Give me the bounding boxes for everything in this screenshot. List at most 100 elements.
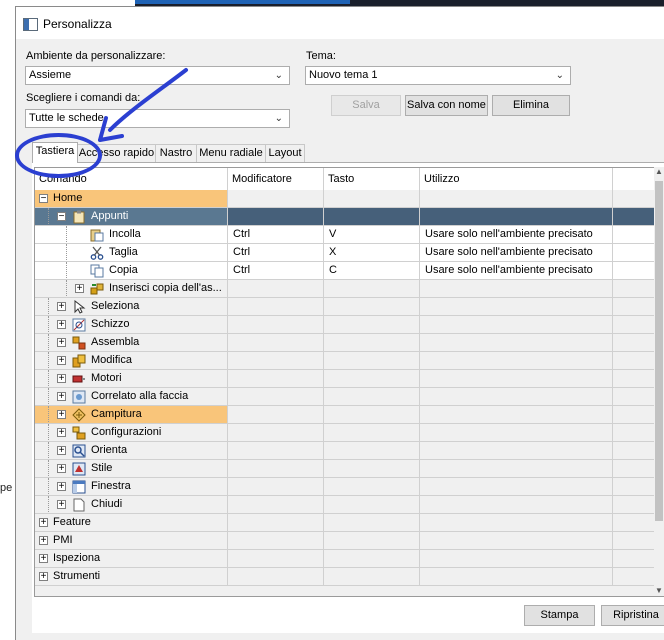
modifier-cell[interactable] [228, 388, 324, 406]
usage-cell[interactable] [420, 442, 613, 460]
expand-icon[interactable]: + [57, 392, 66, 402]
command-cell[interactable]: + Seleziona [35, 298, 228, 316]
command-cell[interactable]: Taglia [35, 244, 228, 262]
key-cell[interactable] [324, 280, 420, 298]
vertical-scrollbar[interactable]: ▲ ▼ [654, 167, 664, 595]
modifier-cell[interactable] [228, 442, 324, 460]
tab-tastiera[interactable]: Tastiera [32, 142, 78, 163]
expand-icon[interactable]: + [39, 536, 48, 546]
usage-cell[interactable]: Usare solo nell'ambiente precisato [420, 244, 613, 262]
modifier-cell[interactable] [228, 316, 324, 334]
expand-icon[interactable]: + [57, 410, 66, 420]
commands-combo[interactable]: Tutte le schede ⌄ [25, 109, 290, 128]
usage-cell[interactable] [420, 352, 613, 370]
key-cell[interactable] [324, 460, 420, 478]
modifier-cell[interactable]: Ctrl [228, 226, 324, 244]
usage-cell[interactable] [420, 298, 613, 316]
modifier-cell[interactable] [228, 424, 324, 442]
usage-cell[interactable] [420, 496, 613, 514]
delete-button[interactable]: Elimina [492, 95, 570, 116]
usage-cell[interactable] [420, 478, 613, 496]
table-row[interactable]: + Inserisci copia dell'as... [35, 280, 664, 298]
command-cell[interactable]: + Inserisci copia dell'as... [35, 280, 228, 298]
collapse-icon[interactable]: − [39, 194, 48, 204]
table-row[interactable]: + Assembla [35, 334, 664, 352]
command-cell[interactable]: + Ispeziona [35, 550, 228, 568]
key-cell[interactable]: V [324, 226, 420, 244]
command-cell[interactable]: Incolla [35, 226, 228, 244]
command-cell[interactable]: + Feature [35, 514, 228, 532]
usage-cell[interactable] [420, 316, 613, 334]
command-cell[interactable]: + Assembla [35, 334, 228, 352]
print-button[interactable]: Stampa [524, 605, 595, 626]
command-cell[interactable]: + Strumenti [35, 568, 228, 586]
table-row[interactable]: − Home [35, 190, 664, 208]
key-cell[interactable]: X [324, 244, 420, 262]
command-cell[interactable]: + PMI [35, 532, 228, 550]
key-cell[interactable] [324, 532, 420, 550]
command-cell[interactable]: − Home [35, 190, 228, 208]
command-cell[interactable]: + Finestra [35, 478, 228, 496]
modifier-cell[interactable] [228, 568, 324, 586]
key-cell[interactable] [324, 514, 420, 532]
collapse-icon[interactable]: − [57, 212, 66, 222]
usage-cell[interactable] [420, 190, 613, 208]
tab-accesso-rapido[interactable]: Accesso rapido [77, 144, 156, 162]
command-cell[interactable]: Copia [35, 262, 228, 280]
table-row[interactable]: + Orienta [35, 442, 664, 460]
usage-cell[interactable] [420, 568, 613, 586]
expand-icon[interactable]: + [57, 356, 66, 366]
key-cell[interactable] [324, 334, 420, 352]
column-header-modifier[interactable]: Modificatore [228, 168, 324, 190]
reset-button[interactable]: Ripristina [601, 605, 664, 626]
key-cell[interactable] [324, 208, 420, 226]
modifier-cell[interactable] [228, 298, 324, 316]
command-cell[interactable]: − Appunti [35, 208, 228, 226]
key-cell[interactable] [324, 406, 420, 424]
modifier-cell[interactable] [228, 496, 324, 514]
usage-cell[interactable] [420, 334, 613, 352]
command-cell[interactable]: + Modifica [35, 352, 228, 370]
usage-cell[interactable] [420, 388, 613, 406]
expand-icon[interactable]: + [57, 338, 66, 348]
expand-icon[interactable]: + [57, 482, 66, 492]
table-row[interactable]: + Modifica [35, 352, 664, 370]
table-row[interactable]: Copia Ctrl C Usare solo nell'ambiente preci… [35, 262, 664, 280]
table-row[interactable]: + Correlato alla faccia [35, 388, 664, 406]
theme-combo[interactable]: Nuovo tema 1 ⌄ [305, 66, 571, 85]
table-row[interactable]: + Campitura [35, 406, 664, 424]
table-row[interactable]: Taglia Ctrl X Usare solo nell'ambiente prec… [35, 244, 664, 262]
table-row[interactable]: + Schizzo [35, 316, 664, 334]
table-row[interactable]: + Stile [35, 460, 664, 478]
scroll-up-icon[interactable]: ▲ [654, 167, 664, 176]
command-cell[interactable]: + Campitura [35, 406, 228, 424]
usage-cell[interactable] [420, 406, 613, 424]
column-header-command[interactable]: Comando [35, 168, 228, 190]
tab-layout[interactable]: Layout [265, 144, 305, 162]
usage-cell[interactable] [420, 424, 613, 442]
key-cell[interactable] [324, 550, 420, 568]
env-combo[interactable]: Assieme ⌄ [25, 66, 290, 85]
command-cell[interactable]: + Correlato alla faccia [35, 388, 228, 406]
modifier-cell[interactable] [228, 478, 324, 496]
scroll-down-icon[interactable]: ▼ [654, 586, 664, 595]
table-row[interactable]: + Motori [35, 370, 664, 388]
expand-icon[interactable]: + [57, 374, 66, 384]
key-cell[interactable]: C [324, 262, 420, 280]
key-cell[interactable] [324, 370, 420, 388]
usage-cell[interactable]: Usare solo nell'ambiente precisato [420, 226, 613, 244]
expand-icon[interactable]: + [57, 320, 66, 330]
usage-cell[interactable] [420, 532, 613, 550]
command-cell[interactable]: + Orienta [35, 442, 228, 460]
expand-icon[interactable]: + [57, 464, 66, 474]
command-cell[interactable]: + Stile [35, 460, 228, 478]
key-cell[interactable] [324, 352, 420, 370]
expand-icon[interactable]: + [39, 518, 48, 528]
expand-icon[interactable]: + [75, 284, 84, 294]
table-row[interactable]: + Finestra [35, 478, 664, 496]
table-row[interactable]: Incolla Ctrl V Usare solo nell'ambiente pre… [35, 226, 664, 244]
table-row[interactable]: + Feature [35, 514, 664, 532]
table-row[interactable]: + Configurazioni [35, 424, 664, 442]
usage-cell[interactable] [420, 514, 613, 532]
key-cell[interactable] [324, 496, 420, 514]
